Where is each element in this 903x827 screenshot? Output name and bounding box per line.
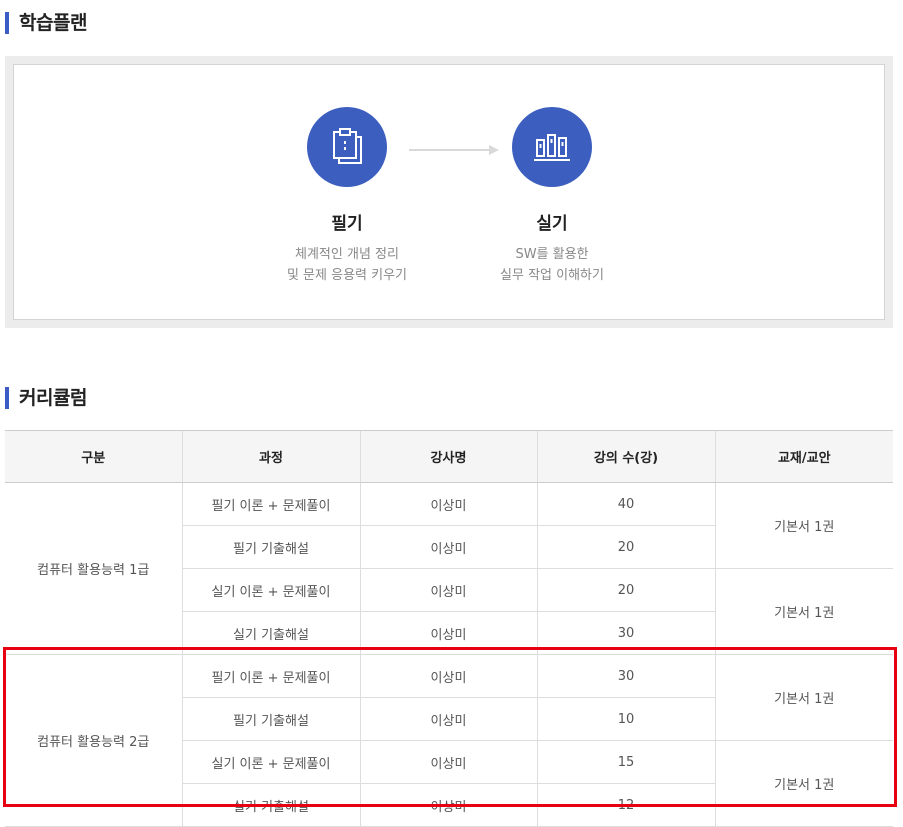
lectures-cell: 10	[536, 697, 715, 741]
table-row: 컴퓨터 활용능력 2급 필기 이론 + 문제풀이 이상미 30 기본서 1권	[5, 654, 893, 827]
step-written-desc-line: 및 문제 응용력 키우기	[286, 268, 408, 283]
course-cell: 실기 이론 + 문제풀이	[181, 740, 360, 784]
course-cell: 필기 이론 + 문제풀이	[181, 482, 360, 526]
header-course: 과정	[181, 430, 360, 483]
step-practical-desc-line: 실무 작업 이해하기	[500, 268, 604, 283]
course-cell: 필기 이론 + 문제풀이	[181, 654, 360, 698]
lectures-cell: 20	[536, 568, 715, 612]
lectures-cell: 30	[536, 654, 715, 698]
course-cell: 실기 이론 + 문제풀이	[181, 568, 360, 612]
course-cell: 실기 기출해설	[181, 611, 360, 655]
lectures-cell: 20	[536, 525, 715, 569]
course-cell: 실기 기출해설	[181, 783, 360, 827]
plan-step-written: 필기 체계적인 개념 정리 및 문제 응용력 키우기	[247, 107, 447, 286]
step-practical-desc-line: SW를 활용한	[515, 247, 589, 262]
books-icon	[534, 134, 570, 161]
plan-section-title: 학습플랜	[5, 12, 87, 34]
lectures-cell: 12	[536, 783, 715, 827]
curriculum-table: 구분 과정 강사명 강의 수(강) 교재/교안 컴퓨터 활용능력 1급 필기 이…	[5, 430, 893, 827]
curriculum-section-title: 커리큘럼	[5, 387, 87, 409]
step-practical-desc: SW를 활용한 실무 작업 이해하기	[452, 244, 652, 286]
materials-cell: 기본서 1권	[714, 654, 893, 741]
header-lectures: 강의 수(강)	[536, 430, 715, 483]
header-instructor: 강사명	[359, 430, 537, 483]
table-header-row: 구분 과정 강사명 강의 수(강) 교재/교안	[5, 430, 893, 483]
instructor-cell: 이상미	[359, 525, 537, 569]
materials-cell: 기본서 1권	[714, 482, 893, 569]
header-materials: 교재/교안	[714, 430, 893, 483]
lectures-cell: 15	[536, 740, 715, 784]
level-cell: 컴퓨터 활용능력 1급	[5, 482, 182, 655]
study-plan-box: 필기 체계적인 개념 정리 및 문제 응용력 키우기 실기 SW를 활용한 실무…	[13, 64, 885, 320]
instructor-cell: 이상미	[359, 482, 537, 526]
step-practical-name: 실기	[536, 214, 568, 234]
step-practical-circle	[512, 107, 592, 187]
materials-cell: 기본서 1권	[714, 568, 893, 655]
course-cell: 필기 기출해설	[181, 697, 360, 741]
step-written-circle	[307, 107, 387, 187]
study-plan-panel: 필기 체계적인 개념 정리 및 문제 응용력 키우기 실기 SW를 활용한 실무…	[5, 56, 893, 328]
step-written-name: 필기	[331, 214, 363, 234]
plan-step-practical: 실기 SW를 활용한 실무 작업 이해하기	[452, 107, 652, 286]
course-cell: 필기 기출해설	[181, 525, 360, 569]
table-row: 컴퓨터 활용능력 1급 필기 이론 + 문제풀이 이상미 40 기본서 1권	[5, 482, 893, 655]
instructor-cell: 이상미	[359, 740, 537, 784]
step-written-desc: 체계적인 개념 정리 및 문제 응용력 키우기	[247, 244, 447, 286]
step-written-desc-line: 체계적인 개념 정리	[295, 247, 399, 262]
instructor-cell: 이상미	[359, 568, 537, 612]
header-level: 구분	[5, 430, 182, 483]
lectures-cell: 40	[536, 482, 715, 526]
lectures-cell: 30	[536, 611, 715, 655]
instructor-cell: 이상미	[359, 611, 537, 655]
instructor-cell: 이상미	[359, 697, 537, 741]
level-cell: 컴퓨터 활용능력 2급	[5, 654, 182, 827]
materials-cell: 기본서 1권	[714, 740, 893, 827]
clipboard-icon	[333, 128, 362, 164]
instructor-cell: 이상미	[359, 654, 537, 698]
instructor-cell: 이상미	[359, 783, 537, 827]
